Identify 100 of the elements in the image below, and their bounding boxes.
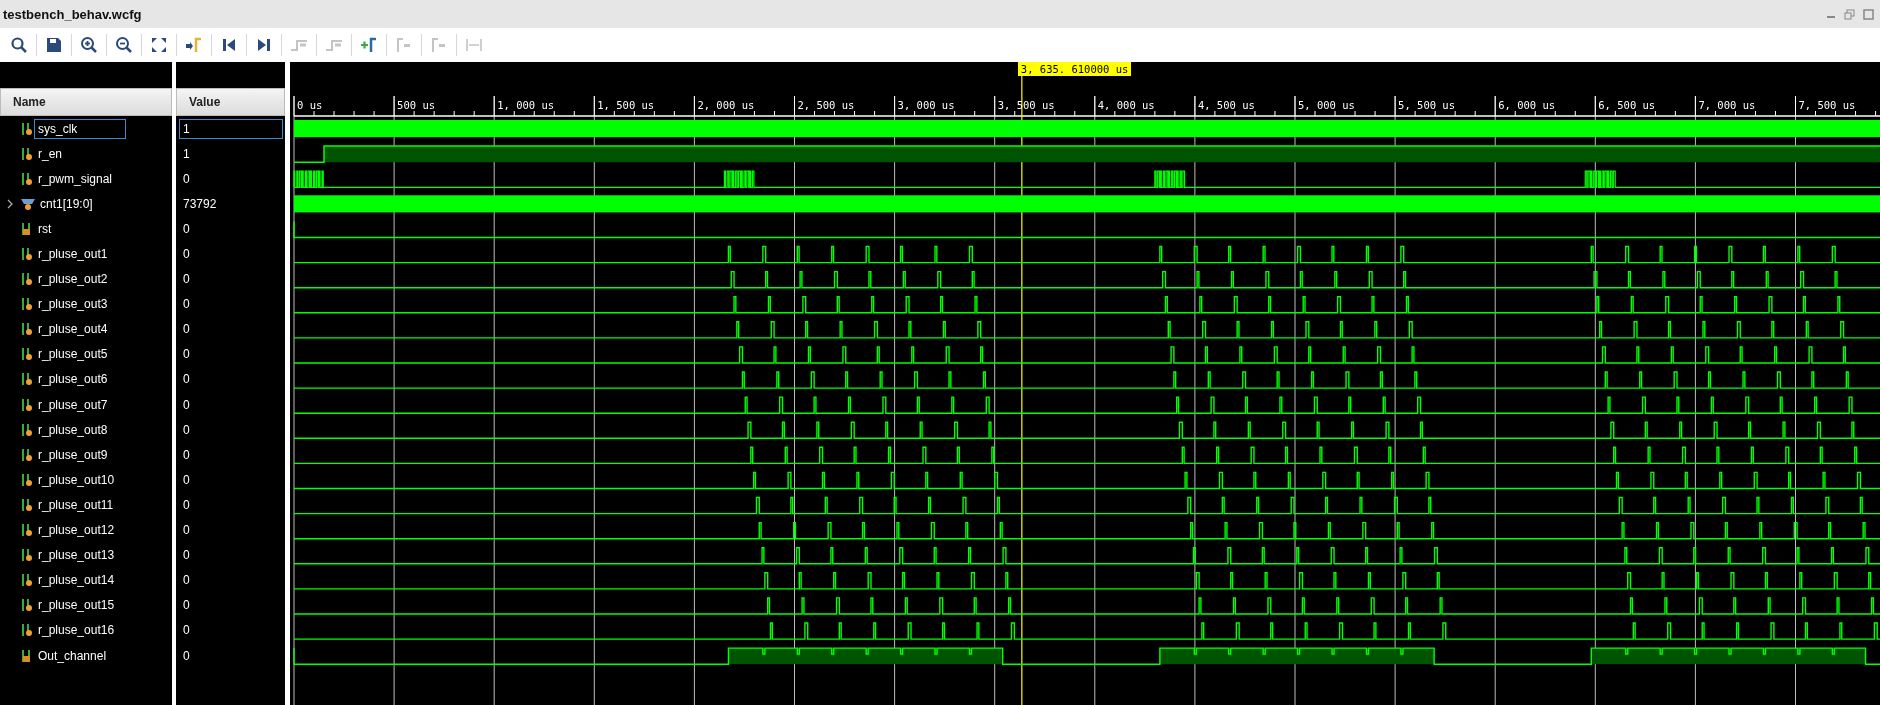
signal-name[interactable]: r_pluse_out1 [34, 244, 112, 264]
signal-value: 0 [182, 597, 191, 615]
signal-icon [20, 372, 34, 387]
signal-value: 0 [182, 496, 191, 514]
signal-icon [20, 347, 34, 362]
search-icon [10, 36, 28, 54]
time-label: 6, 500 us [1598, 99, 1656, 111]
signal-value: 0 [182, 421, 191, 439]
signal-icon [20, 523, 34, 538]
signal-name[interactable]: r_pluse_out11 [34, 494, 118, 515]
expand-chevron-icon[interactable] [6, 198, 14, 209]
cursor-time-label: 3, 635. 610000 us [1017, 62, 1132, 76]
signal-name[interactable]: r_pluse_out10 [34, 469, 119, 490]
signal-name[interactable]: r_pwm_signal [34, 168, 117, 189]
signal-value: 0 [182, 446, 191, 464]
time-label: 4, 000 us [1097, 99, 1155, 111]
signal-value: 0 [182, 371, 191, 389]
name-column-header[interactable]: Name [0, 88, 172, 116]
zoom-out-icon [115, 36, 133, 54]
go-to-start-icon [221, 37, 237, 53]
signal-value: 0 [182, 296, 191, 314]
signal-name[interactable]: rst [34, 218, 56, 239]
signal-value: 0 [182, 220, 191, 238]
signal-value: 1 [182, 145, 191, 163]
signal-icon [20, 548, 34, 563]
signal-icon [20, 598, 34, 613]
next-transition-icon [325, 37, 343, 53]
time-label: 4, 500 us [1197, 99, 1255, 111]
signal-value: 0 [182, 271, 191, 289]
time-label: 2, 500 us [797, 99, 855, 111]
signal-name[interactable]: r_pluse_out16 [34, 620, 119, 641]
signal-icon [20, 272, 34, 287]
signal-name[interactable]: r_pluse_out12 [34, 520, 119, 541]
signal-icon [20, 146, 34, 161]
signal-icon [20, 171, 34, 186]
time-label: 0 us [297, 99, 323, 111]
signal-value: 0 [182, 522, 191, 540]
swap-cursors-icon [465, 37, 483, 53]
signal-value: 73792 [182, 195, 218, 213]
bus-signal-icon [20, 196, 36, 211]
signal-name[interactable]: r_pluse_out15 [34, 595, 119, 616]
signal-value: 1 [179, 118, 283, 139]
signal-name[interactable]: sys_clk [34, 118, 126, 139]
signal-name[interactable]: r_pluse_out6 [34, 369, 112, 390]
time-label: 5, 000 us [1298, 99, 1355, 111]
signal-name[interactable]: cnt1[19:0] [36, 193, 97, 214]
signal-icon [20, 422, 34, 437]
time-label: 6, 000 us [1498, 99, 1556, 111]
previous-transition-icon [290, 37, 308, 53]
signal-value: 0 [182, 396, 191, 414]
signal-name[interactable]: r_pluse_out13 [34, 545, 119, 566]
signal-value: 0 [182, 471, 191, 489]
signal-name[interactable]: r_en [34, 143, 67, 164]
add-marker-icon [360, 37, 378, 53]
go-to-cursor-icon [185, 37, 203, 53]
signal-icon [20, 497, 34, 512]
previous-marker-icon [395, 37, 413, 53]
signal-value: 0 [182, 572, 191, 590]
signal-icon [20, 121, 34, 136]
signal-icon [20, 472, 34, 487]
signal-icon [20, 573, 34, 588]
signal-value: 0 [182, 321, 191, 339]
window-title: testbench_behav.wcfg [3, 6, 142, 22]
signal-value: 0 [182, 622, 191, 640]
time-label: 7, 000 us [1698, 99, 1756, 111]
go-to-end-icon [256, 37, 272, 53]
signal-name[interactable]: r_pluse_out9 [34, 444, 112, 465]
signal-value: 0 [182, 547, 191, 565]
signal-name[interactable]: r_pluse_out4 [34, 319, 112, 340]
time-label: 1, 500 us [597, 99, 655, 111]
signal-name[interactable]: r_pluse_out3 [34, 294, 112, 315]
signal-icon [20, 322, 34, 337]
signal-name[interactable]: r_pluse_out8 [34, 419, 112, 440]
time-label: 3, 000 us [897, 99, 955, 111]
signal-name[interactable]: r_pluse_out5 [34, 344, 112, 365]
time-label: 500 us [397, 99, 436, 111]
signal-icon [20, 397, 34, 412]
fit-icon [151, 37, 167, 53]
signal-value: 0 [182, 346, 191, 364]
time-label: 2, 000 us [697, 99, 755, 111]
value-column-header[interactable]: Value [176, 88, 285, 116]
signal-icon [20, 623, 34, 638]
signal-name[interactable]: r_pluse_out2 [34, 269, 112, 290]
signal-value: 0 [182, 170, 191, 188]
signal-name[interactable]: Out_channel [34, 645, 111, 666]
signal-value: 0 [182, 246, 191, 263]
signal-name[interactable]: r_pluse_out7 [34, 394, 112, 415]
signal-icon [20, 247, 34, 261]
next-marker-icon [430, 37, 448, 53]
time-label: 1, 000 us [497, 99, 555, 111]
time-label: 5, 500 us [1398, 99, 1455, 111]
zoom-in-icon [80, 36, 98, 54]
signal-icon [20, 297, 34, 312]
save-icon [46, 37, 62, 53]
maximize-icon[interactable] [1863, 8, 1874, 20]
cursor-line[interactable] [1021, 75, 1023, 705]
signal-name[interactable]: r_pluse_out14 [34, 570, 119, 591]
signal-icon [20, 447, 34, 462]
time-label: 7, 500 us [1798, 99, 1856, 111]
signal-value: 0 [182, 647, 191, 665]
